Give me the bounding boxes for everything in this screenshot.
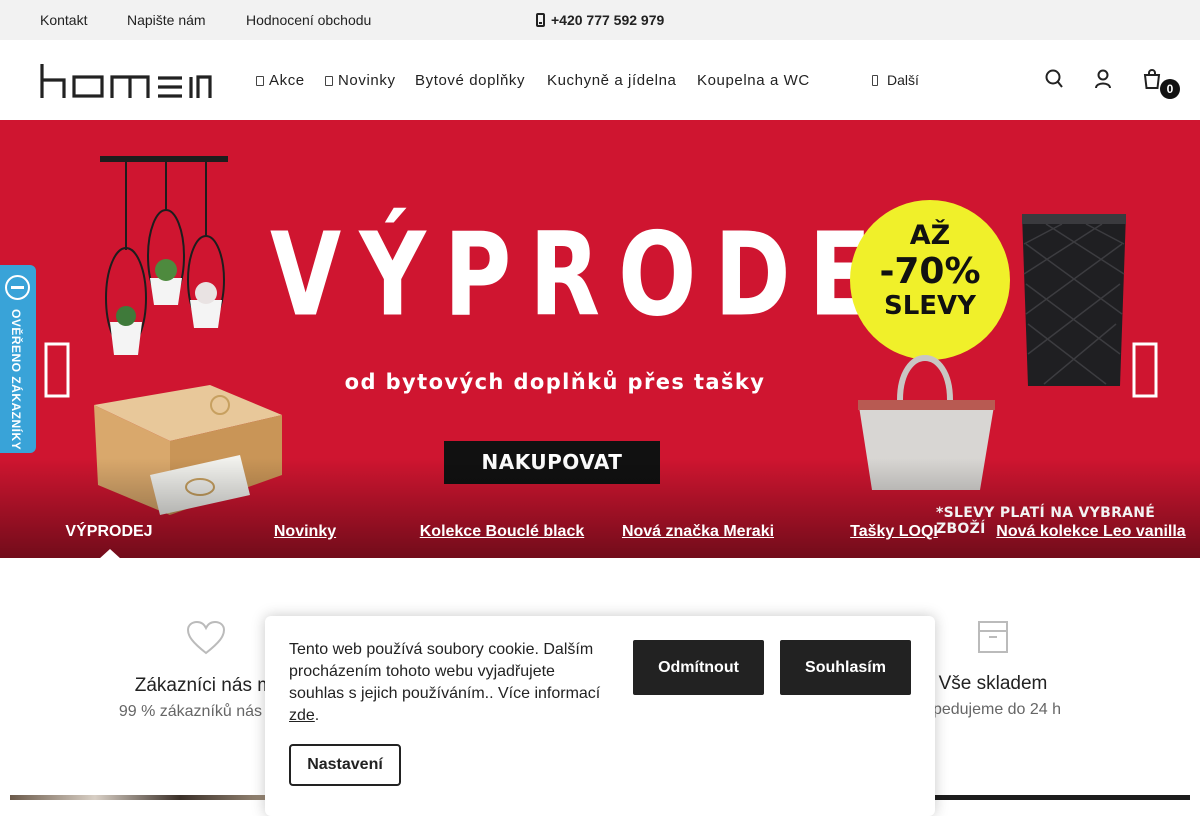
hero-banner[interactable]: VÝPRODEJ od bytových doplňků přes tašky … — [0, 120, 1200, 558]
more-icon — [872, 74, 878, 86]
benefit-in-stock-title: Vše skladem — [938, 673, 1048, 694]
nav-novinky[interactable]: Novinky — [325, 72, 396, 89]
cookie-consent-dialog: Tento web používá soubory cookie. Dalším… — [265, 616, 935, 816]
logo-wordmark — [40, 64, 212, 98]
verified-customers-badge[interactable]: OVĚŘENO ZÁKAZNÍKY — [0, 265, 36, 453]
cookie-settings-button[interactable]: Nastavení — [289, 744, 401, 786]
decline-cookies-button[interactable]: Odmítnout — [633, 640, 764, 695]
bottom-image-strip-left — [10, 795, 265, 800]
box-icon — [978, 621, 1008, 653]
cart-count-badge: 0 — [1160, 79, 1180, 99]
cookie-text: Tento web používá soubory cookie. Dalším… — [289, 639, 611, 727]
write-us-link[interactable]: Napište nám — [127, 12, 206, 28]
shop-rating-link[interactable]: Hodnocení obchodu — [246, 12, 371, 28]
prev-slide-icon[interactable] — [42, 342, 72, 398]
phone-number: +420 777 592 979 — [551, 12, 665, 28]
next-slide-icon[interactable] — [1130, 342, 1160, 398]
tab-vyprodej[interactable]: VÝPRODEJ — [14, 523, 204, 541]
verified-seal-icon — [5, 275, 30, 300]
user-icon[interactable] — [1093, 68, 1113, 90]
nav-more-label: Další — [887, 72, 919, 88]
nav-novinky-label: Novinky — [338, 72, 396, 89]
tab-nova-kolekce-leo-vanilla[interactable]: Nová kolekce Leo vanilla — [991, 523, 1191, 541]
nav-more-button[interactable]: Další — [872, 72, 919, 88]
hero-title: VÝPRODEJ — [270, 208, 942, 342]
sale-icon — [256, 75, 264, 86]
new-icon — [325, 75, 333, 86]
tab-tasky-loqi[interactable]: Tašky LOQI — [814, 523, 974, 541]
accept-cookies-button[interactable]: Souhlasím — [780, 640, 911, 695]
verified-badge-text: OVĚŘENO ZÁKAZNÍKY — [9, 309, 23, 451]
cookie-message: Tento web používá soubory cookie. Dalším… — [289, 641, 601, 702]
heart-icon — [186, 620, 226, 655]
benefit-in-stock: Vše skladem xpedujeme do 24 h — [918, 620, 1068, 719]
discount-line2: -70% — [879, 251, 981, 293]
main-header: Akce Novinky Bytové doplňky Kuchyně a jí… — [0, 40, 1200, 120]
active-tab-pointer — [99, 549, 121, 559]
phone-icon — [536, 13, 545, 27]
tab-nova-znacka-meraki[interactable]: Nová značka Meraki — [606, 523, 790, 541]
homein-logo[interactable] — [40, 64, 212, 98]
discount-line1: AŽ — [909, 220, 951, 251]
nav-kuchyne-jidelna[interactable]: Kuchyně a jídelna — [547, 72, 676, 89]
nav-akce[interactable]: Akce — [256, 72, 305, 89]
cookie-period: . — [314, 707, 320, 724]
search-icon[interactable] — [1044, 68, 1064, 90]
top-utility-bar: Kontakt Napište nám Hodnocení obchodu +4… — [0, 0, 1200, 40]
tab-novinky[interactable]: Novinky — [225, 523, 385, 541]
nav-koupelna-wc[interactable]: Koupelna a WC — [697, 72, 810, 89]
contact-link[interactable]: Kontakt — [40, 12, 87, 28]
discount-line3: SLEVY — [883, 291, 976, 322]
laundry-basket-image — [1022, 214, 1126, 386]
nav-bytove-doplnky[interactable]: Bytové doplňky — [415, 72, 525, 89]
discount-text: AŽ -70% SLEVY — [850, 220, 1010, 322]
bottom-image-strip-right — [935, 795, 1190, 800]
cart-icon[interactable] — [1142, 68, 1162, 90]
phone-link[interactable]: +420 777 592 979 — [536, 12, 664, 28]
slide-tabs: VÝPRODEJ Novinky Kolekce Bouclé black No… — [0, 520, 1200, 559]
hero-subtitle: od bytových doplňků přes tašky — [344, 370, 766, 394]
cookie-more-info-link[interactable]: zde — [289, 707, 315, 724]
benefit-in-stock-text: xpedujeme do 24 h — [924, 701, 1062, 718]
nav-akce-label: Akce — [269, 72, 305, 89]
hanging-planters-image — [100, 156, 228, 355]
tab-kolekce-boucle-black[interactable]: Kolekce Bouclé black — [405, 523, 599, 541]
